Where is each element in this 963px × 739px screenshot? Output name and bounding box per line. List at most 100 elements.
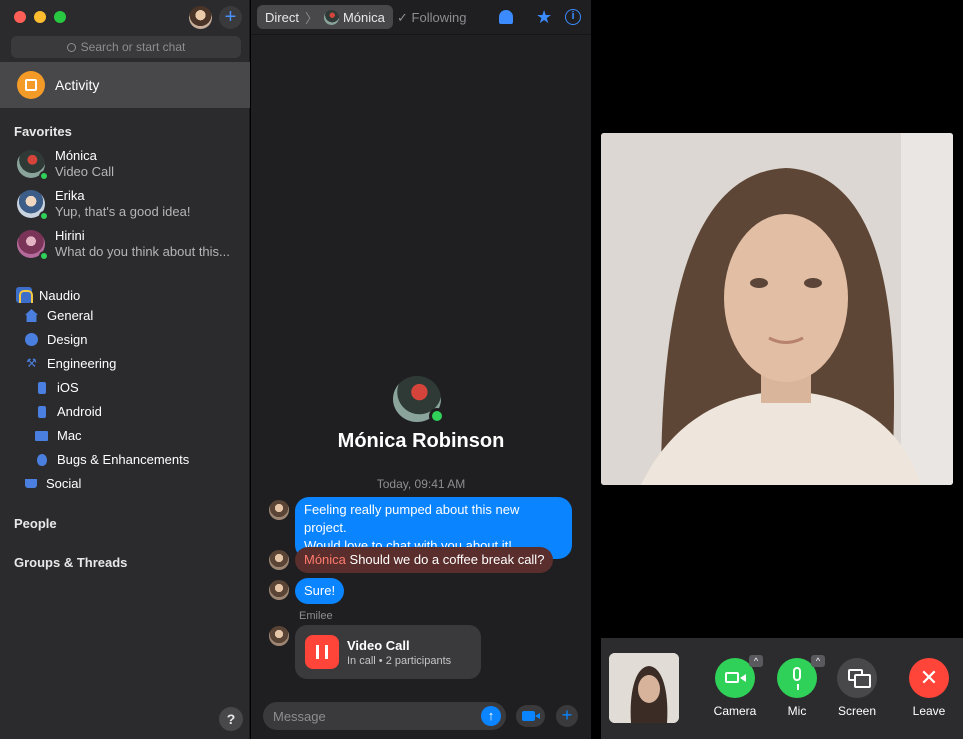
naudio-logo-icon	[16, 287, 33, 303]
minimize-window-button[interactable]	[34, 11, 46, 23]
screen-control[interactable]: Screen	[827, 658, 887, 718]
favorite-subtitle: Yup, that's a good idea!	[55, 204, 191, 219]
screen-share-button[interactable]	[837, 658, 877, 698]
info-icon[interactable]: i	[565, 9, 581, 25]
workspace-naudio[interactable]: Naudio	[16, 287, 80, 303]
message-text: Sure!	[304, 583, 336, 598]
chevron-up-icon[interactable]: ^	[811, 655, 825, 667]
zoom-window-button[interactable]	[54, 11, 66, 23]
close-window-button[interactable]	[14, 11, 26, 23]
groups-threads-header[interactable]: Groups & Threads	[14, 555, 127, 570]
bell-icon[interactable]	[499, 10, 513, 24]
user-avatar[interactable]	[189, 6, 212, 29]
channel-label: iOS	[57, 380, 79, 395]
online-status-icon	[429, 408, 445, 424]
camera-control[interactable]: ^ Camera	[705, 655, 765, 718]
home-icon	[25, 309, 38, 322]
hammer-icon: ⚒	[26, 356, 37, 370]
send-button[interactable]: ↑	[481, 706, 501, 726]
avatar	[323, 9, 339, 25]
breadcrumb-contact[interactable]: Mónica	[343, 10, 385, 25]
avatar[interactable]	[269, 500, 289, 520]
phone-icon	[38, 381, 46, 394]
breadcrumb[interactable]: Direct 〉 Mónica	[257, 5, 393, 29]
video-call-card[interactable]: Video Call In call • 2 participants	[295, 625, 481, 679]
favorite-name: Erika	[55, 188, 85, 203]
message-text: Should we do a coffee break call?	[345, 552, 545, 567]
self-video-preview[interactable]	[609, 653, 679, 723]
avatar[interactable]	[269, 550, 289, 570]
favorite-name: Mónica	[55, 148, 97, 163]
message-text: Feeling really pumped about this new pro…	[304, 502, 520, 535]
new-chat-button[interactable]: +	[219, 6, 242, 29]
leave-label: Leave	[912, 704, 946, 718]
favorite-subtitle: What do you think about this...	[55, 244, 230, 259]
help-button[interactable]: ?	[219, 707, 243, 731]
camera-label: Camera	[713, 704, 757, 718]
close-icon: ✕	[919, 665, 939, 690]
remote-video[interactable]	[601, 133, 953, 485]
channel-mac[interactable]: Mac	[35, 428, 82, 443]
channel-ios[interactable]: iOS	[35, 380, 79, 395]
favorite-item-monica[interactable]: Mónica Video Call	[17, 148, 247, 184]
sender-name: Emilee	[299, 610, 333, 622]
message-bubble[interactable]: Sure!	[295, 578, 345, 604]
message-bubble[interactable]: Mónica Should we do a coffee break call?	[295, 547, 554, 573]
online-status-icon	[39, 171, 49, 181]
channel-design[interactable]: Design	[25, 332, 87, 347]
chevron-right-icon: 〉	[304, 10, 318, 26]
screen-label: Screen	[837, 704, 877, 718]
checkmark-icon: ✓	[397, 10, 408, 25]
workspace-name: Naudio	[39, 287, 81, 303]
mic-label: Mic	[787, 704, 807, 718]
video-camera-icon	[522, 711, 535, 721]
channel-social[interactable]: Social	[25, 476, 81, 491]
chevron-up-icon[interactable]: ^	[749, 655, 763, 667]
video-call-icon	[305, 635, 339, 669]
online-status-icon	[39, 251, 49, 261]
breadcrumb-direct[interactable]: Direct	[265, 10, 299, 25]
profile-avatar[interactable]	[393, 376, 445, 424]
mic-control[interactable]: ^ Mic	[767, 655, 827, 718]
cup-icon	[25, 479, 37, 488]
start-video-button[interactable]	[516, 705, 545, 727]
video-call-subtitle: In call • 2 participants	[347, 654, 452, 667]
favorite-item-hirini[interactable]: Hirini What do you think about this...	[17, 228, 247, 264]
attach-button[interactable]: +	[556, 705, 578, 727]
message-composer[interactable]: ↑	[263, 702, 506, 730]
mention[interactable]: Mónica	[304, 552, 346, 567]
sidebar: + Search or start chat Activity Favorite…	[0, 0, 250, 739]
video-call-title: Video Call	[347, 637, 410, 653]
leave-control[interactable]: ✕ Leave	[899, 658, 959, 718]
channel-engineering[interactable]: ⚒ Engineering	[25, 356, 116, 371]
avatar	[17, 150, 49, 181]
people-header[interactable]: People	[14, 516, 57, 531]
avatar	[17, 230, 49, 261]
channel-label: Social	[46, 476, 82, 491]
avatar[interactable]	[269, 626, 289, 646]
star-icon[interactable]: ★	[536, 8, 552, 26]
leave-button[interactable]: ✕	[909, 658, 949, 698]
message-input[interactable]	[273, 707, 473, 725]
following-label: Following	[411, 10, 467, 25]
call-controls-bar: ^ Camera ^ Mic Screen ✕ Leave	[601, 638, 963, 739]
favorites-header[interactable]: Favorites	[14, 124, 72, 139]
sidebar-item-activity[interactable]: Activity	[0, 62, 250, 108]
camera-button[interactable]: ^	[715, 655, 763, 698]
activity-label: Activity	[55, 77, 100, 93]
avatar[interactable]	[269, 580, 289, 600]
channel-general[interactable]: General	[25, 308, 93, 323]
channel-android[interactable]: Android	[35, 404, 102, 419]
bug-icon	[37, 453, 47, 466]
mic-button[interactable]: ^	[777, 655, 825, 698]
channel-bugs-enhancements[interactable]: Bugs & Enhancements	[35, 452, 189, 467]
search-input[interactable]: Search or start chat	[11, 36, 241, 58]
favorite-item-erika[interactable]: Erika Yup, that's a good idea!	[17, 188, 247, 224]
screen-share-icon	[848, 669, 871, 688]
following-toggle[interactable]: ✓ Following	[397, 10, 466, 26]
chat-pane: Direct 〉 Mónica ✓ Following ★ i Mónica R…	[251, 0, 597, 739]
remote-participant-video	[601, 133, 953, 485]
microphone-icon	[793, 667, 801, 690]
favorite-subtitle: Video Call	[55, 164, 115, 179]
channel-label: Android	[57, 404, 102, 419]
